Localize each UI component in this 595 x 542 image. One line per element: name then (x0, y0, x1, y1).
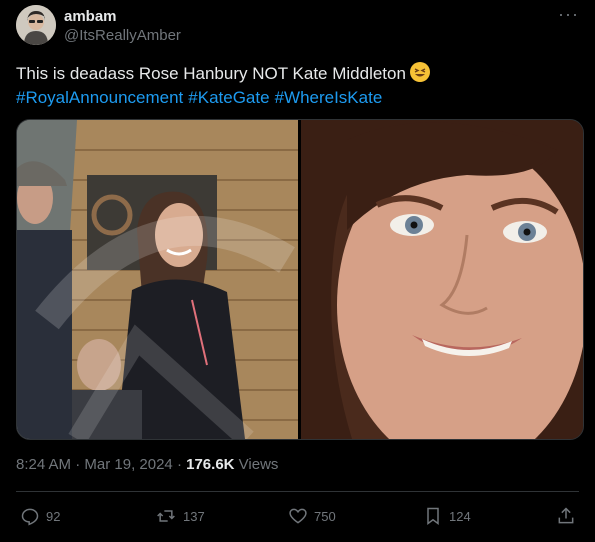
hashtag-kategate[interactable]: #KateGate (188, 88, 269, 107)
share-button[interactable] (556, 504, 582, 528)
media-image-left[interactable] (17, 120, 298, 439)
reply-count: 92 (46, 508, 61, 524)
like-button[interactable]: 750 (288, 504, 336, 528)
hashtag-whereiskate[interactable]: #WhereIsKate (275, 88, 383, 107)
media-image-right[interactable] (301, 120, 583, 439)
share-icon (558, 507, 574, 524)
hashtag-list: #RoyalAnnouncement #KateGate #WhereIsKate (16, 86, 387, 110)
repost-count: 137 (183, 508, 205, 524)
divider (16, 491, 579, 492)
author-display-name[interactable]: ambam (64, 8, 117, 25)
heart-icon (289, 508, 307, 524)
meta-separator: · (75, 456, 81, 473)
grinning-squinting-face-icon (409, 62, 430, 82)
tweet-text: This is deadass Rose Hanbury NOT Kate Mi… (16, 62, 576, 86)
repost-button[interactable]: 137 (155, 504, 205, 528)
meta-separator: · (176, 456, 182, 473)
user-avatar[interactable] (16, 5, 56, 45)
hashtag-royalannouncement[interactable]: #RoyalAnnouncement (16, 88, 183, 107)
author-handle[interactable]: @ItsReallyAmber (64, 27, 181, 44)
views-label: Views (238, 456, 279, 473)
tweet-body: This is deadass Rose Hanbury NOT Kate Mi… (16, 64, 406, 83)
views-count: 176.6K (186, 456, 235, 473)
reply-icon (21, 508, 39, 526)
tweet-media[interactable] (16, 119, 584, 440)
avatar-image (16, 5, 56, 45)
more-options-icon[interactable]: ··· (558, 4, 579, 25)
tweet-time[interactable]: 8:24 AM (16, 456, 71, 473)
repost-icon (157, 510, 175, 522)
bookmark-icon (427, 507, 439, 525)
tweet-date[interactable]: Mar 19, 2024 (84, 456, 172, 473)
bookmark-button[interactable]: 124 (423, 504, 471, 528)
action-bar: 92 137 750 124 (16, 504, 579, 528)
reply-button[interactable]: 92 (20, 504, 60, 528)
tweet-meta: 8:24 AM · Mar 19, 2024 · 176.6K Views (16, 456, 278, 473)
like-count: 750 (314, 508, 336, 524)
bookmark-count: 124 (449, 508, 471, 524)
